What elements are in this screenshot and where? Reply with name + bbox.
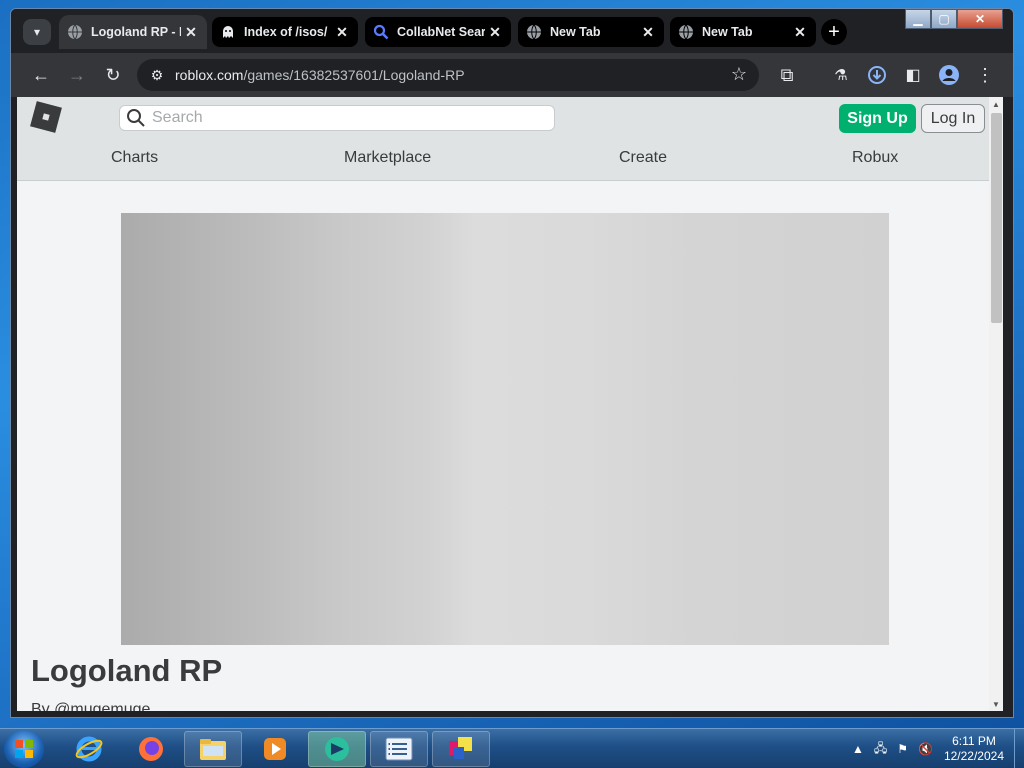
close-tab-icon[interactable]: ✕ xyxy=(181,22,201,42)
nav-robux[interactable]: Robux xyxy=(852,149,898,167)
close-window-button[interactable]: ✕ xyxy=(957,9,1003,29)
tab-collabnet[interactable]: CollabNet Search ✕ xyxy=(365,17,511,47)
windows-taskbar: ▲ 🖧 ⚑ 🔇 6:11 PM 12/22/2024 xyxy=(0,728,1024,768)
url-text: roblox.com/games/16382537601/Logoland-RP xyxy=(175,67,465,83)
login-button[interactable]: Log In xyxy=(921,104,985,133)
search-box[interactable] xyxy=(119,105,555,131)
internet-explorer-icon xyxy=(75,736,103,762)
tab-new-1[interactable]: New Tab ✕ xyxy=(518,17,664,47)
search-icon xyxy=(127,109,145,127)
back-icon[interactable]: ← xyxy=(29,63,53,87)
reload-icon[interactable]: ↻ xyxy=(101,63,125,87)
tab-index-isos[interactable]: Index of /isos/ ✕ xyxy=(212,17,358,47)
tab-bar: ▾ Logoland RP - Roblox ✕ Index of /isos/… xyxy=(11,9,1013,53)
scroll-thumb[interactable] xyxy=(991,113,1002,323)
color-app-icon xyxy=(449,737,472,759)
game-title: Logoland RP xyxy=(31,653,223,688)
globe-icon xyxy=(527,24,541,40)
roblox-logo[interactable] xyxy=(30,101,62,133)
address-bar[interactable]: ⚙ roblox.com/games/16382537601/Logoland-… xyxy=(137,59,759,91)
tab-title: New Tab xyxy=(702,25,753,39)
site-info-icon[interactable]: ⚙ xyxy=(145,67,169,84)
volume-muted-icon[interactable]: 🔇 xyxy=(918,742,933,756)
labs-flask-icon[interactable]: ⚗ xyxy=(829,63,853,87)
search-icon xyxy=(373,24,389,40)
close-tab-icon[interactable]: ✕ xyxy=(638,22,658,42)
taskbar-notes[interactable] xyxy=(370,731,428,767)
clock-time: 6:11 PM xyxy=(952,734,996,748)
show-desktop-button[interactable] xyxy=(1014,729,1024,768)
action-center-flag-icon[interactable]: ⚑ xyxy=(897,742,908,756)
search-input[interactable] xyxy=(152,109,532,127)
network-icon[interactable]: 🖧 xyxy=(874,739,887,760)
start-button[interactable] xyxy=(4,730,44,768)
menu-icon[interactable]: ⋮ xyxy=(973,63,997,87)
scroll-up-icon[interactable]: ▲ xyxy=(989,97,1003,111)
minimize-button[interactable]: ▁ xyxy=(905,9,931,29)
side-panel-icon[interactable]: ◧ xyxy=(901,63,925,87)
browser-app-icon xyxy=(325,737,349,761)
taskbar-paint[interactable] xyxy=(432,731,490,767)
globe-icon xyxy=(68,24,82,40)
taskbar-media-player[interactable] xyxy=(246,731,304,767)
nav-create[interactable]: Create xyxy=(619,149,667,167)
tab-new-2[interactable]: New Tab ✕ xyxy=(670,17,816,47)
signup-button[interactable]: Sign Up xyxy=(839,104,916,133)
tab-title: Index of /isos/ xyxy=(244,25,328,39)
nav-charts[interactable]: Charts xyxy=(111,149,158,167)
system-tray: ▲ 🖧 ⚑ 🔇 6:11 PM 12/22/2024 xyxy=(847,729,1024,768)
list-app-icon xyxy=(385,737,413,761)
close-tab-icon[interactable]: ✕ xyxy=(485,22,505,42)
window-controls: ▁ ▢ ✕ xyxy=(905,9,1003,31)
close-tab-icon[interactable]: ✕ xyxy=(790,22,810,42)
new-tab-button[interactable]: + xyxy=(821,19,847,45)
scroll-down-icon[interactable]: ▼ xyxy=(989,697,1003,711)
tab-title: CollabNet Search xyxy=(397,25,485,39)
extensions-icon[interactable]: ⧉ xyxy=(775,63,799,87)
clock[interactable]: 6:11 PM 12/22/2024 xyxy=(944,734,1004,764)
browser-toolbar: ← → ↻ ⚙ roblox.com/games/16382537601/Log… xyxy=(11,53,1013,97)
taskbar-browser-active[interactable] xyxy=(308,731,366,767)
show-hidden-icons[interactable]: ▲ xyxy=(852,742,864,756)
folder-icon xyxy=(200,739,226,760)
close-tab-icon[interactable]: ✕ xyxy=(332,22,352,42)
site-header: Sign Up Log In Charts Marketplace Create… xyxy=(17,97,989,181)
media-player-icon xyxy=(264,738,286,760)
firefox-icon xyxy=(139,737,163,761)
taskbar-firefox[interactable] xyxy=(122,731,180,767)
globe-icon xyxy=(679,24,693,40)
page-scrollbar[interactable]: ▲ ▼ xyxy=(989,97,1003,711)
game-thumbnail[interactable] xyxy=(121,213,889,645)
nav-marketplace[interactable]: Marketplace xyxy=(344,149,431,167)
tab-search-button[interactable]: ▾ xyxy=(23,19,51,45)
windows-logo-icon xyxy=(15,740,33,758)
forward-icon[interactable]: → xyxy=(65,63,89,87)
taskbar-explorer[interactable] xyxy=(184,731,242,767)
profile-avatar-icon[interactable] xyxy=(937,63,961,87)
tab-title: New Tab xyxy=(550,25,601,39)
ghost-icon xyxy=(223,26,233,38)
bookmark-star-icon[interactable]: ☆ xyxy=(731,64,747,85)
page-viewport: Sign Up Log In Charts Marketplace Create… xyxy=(17,97,1003,711)
game-creator[interactable]: By @mugemuge xyxy=(31,701,150,711)
browser-window: ▾ Logoland RP - Roblox ✕ Index of /isos/… xyxy=(10,8,1014,718)
clock-date: 12/22/2024 xyxy=(943,749,1004,763)
maximize-button[interactable]: ▢ xyxy=(931,9,957,29)
tab-logoland[interactable]: Logoland RP - Roblox ✕ xyxy=(59,15,207,49)
download-icon[interactable] xyxy=(865,63,889,87)
tab-title: Logoland RP - Roblox xyxy=(91,25,181,39)
taskbar-ie[interactable] xyxy=(60,731,118,767)
